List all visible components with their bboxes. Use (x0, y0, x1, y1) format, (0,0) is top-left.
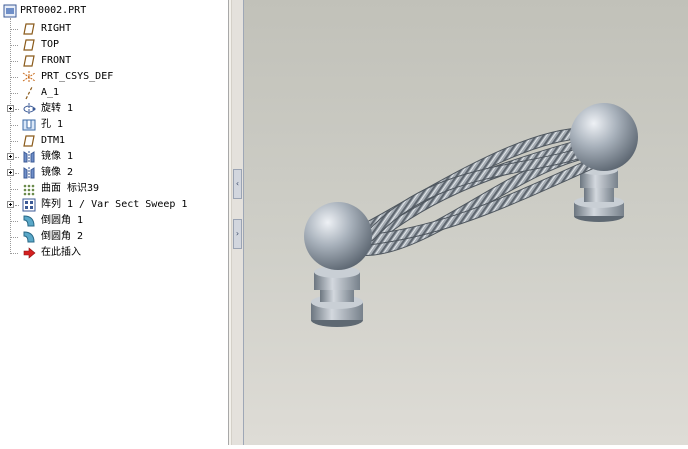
tree-item-label: PRT_CSYS_DEF (41, 71, 114, 82)
tree-root-label: PRT0002.PRT (20, 5, 87, 16)
tree-item-label: A_1 (41, 87, 60, 98)
tree-item-label: 阵列 1 / Var Sect Sweep 1 (41, 199, 188, 210)
hole-icon (22, 119, 36, 131)
tree-item-label: 孔 1 (41, 119, 64, 130)
expand-panel-button[interactable]: › (233, 219, 242, 249)
chevron-left-icon: ‹ (235, 179, 240, 188)
collapse-panel-button[interactable]: ‹ (233, 169, 242, 199)
tree-branch (11, 141, 18, 142)
tree-item-label: FRONT (41, 55, 72, 66)
tree-item-surface-39[interactable]: 曲面 标识39 (0, 181, 228, 197)
graphics-viewport[interactable] (244, 0, 688, 445)
handle-model (304, 103, 638, 327)
tree-root[interactable]: PRT0002.PRT (0, 3, 228, 19)
chevron-right-icon: › (235, 229, 240, 238)
tree-item-label: RIGHT (41, 23, 72, 34)
tree-branch (15, 205, 19, 206)
expand-icon[interactable] (7, 105, 14, 112)
tree-item-pattern-1[interactable]: 阵列 1 / Var Sect Sweep 1 (0, 197, 228, 213)
tree-item-label: 镜像 1 (41, 151, 74, 162)
tree-item-hole-1[interactable]: 孔 1 (0, 117, 228, 133)
coordinate-system-icon (22, 71, 36, 83)
tree-item-front[interactable]: FRONT (0, 53, 228, 69)
tree-item-label: TOP (41, 39, 60, 50)
tree-item-label: DTM1 (41, 135, 66, 146)
tree-item-mirror-1[interactable]: 镜像 1 (0, 149, 228, 165)
tree-branch (15, 157, 19, 158)
tree-item-round-1[interactable]: 倒圆角 1 (0, 213, 228, 229)
right-ball (570, 103, 638, 171)
tree-branch (11, 45, 18, 46)
tree-branch (11, 253, 18, 254)
datum-axis-icon (25, 86, 33, 100)
tree-item-label: 曲面 标识39 (41, 183, 100, 194)
tree-item-insert-here[interactable]: 在此插入 (0, 245, 228, 261)
tree-item-mirror-2[interactable]: 镜像 2 (0, 165, 228, 181)
expand-icon[interactable] (7, 153, 14, 160)
tree-item-a-1[interactable]: A_1 (0, 85, 228, 101)
tree-item-label: 在此插入 (41, 247, 81, 258)
surface-icon (23, 184, 35, 196)
tree-item-dtm1[interactable]: DTM1 (0, 133, 228, 149)
twisted-rope (354, 127, 611, 256)
tree-branch (11, 125, 18, 126)
tree-branch (11, 237, 18, 238)
expand-icon[interactable] (7, 169, 14, 176)
mirror-icon (23, 167, 35, 179)
tree-item-top[interactable]: TOP (0, 37, 228, 53)
tree-branch (11, 93, 18, 94)
tree-branch (15, 109, 19, 110)
tree-item-label: 倒圆角 1 (41, 215, 84, 226)
tree-branch (11, 189, 18, 190)
left-base (311, 266, 363, 327)
insert-here-arrow-icon (23, 247, 36, 259)
model-tree: PRT0002.PRT RIGHT TOP FRONT PRT_CSYS_DEF… (0, 0, 228, 445)
tree-item-label: 倒圆角 2 (41, 231, 84, 242)
tree-item-round-2[interactable]: 倒圆角 2 (0, 229, 228, 245)
expand-icon[interactable] (7, 201, 14, 208)
tree-item-right[interactable]: RIGHT (0, 21, 228, 37)
tree-item-label: 旋转 1 (41, 103, 74, 114)
part-icon (3, 4, 17, 18)
round-icon (23, 215, 35, 227)
tree-item-revolve-1[interactable]: 旋转 1 (0, 101, 228, 117)
tree-branch (11, 221, 18, 222)
tree-item-label: 镜像 2 (41, 167, 74, 178)
tree-branch (15, 173, 19, 174)
tree-branch (11, 61, 18, 62)
revolve-icon (23, 103, 36, 115)
tree-branch (11, 77, 18, 78)
datum-plane-icon (23, 39, 35, 51)
datum-plane-icon (23, 135, 35, 147)
datum-plane-icon (23, 23, 35, 35)
tree-item-prt-csys-def[interactable]: PRT_CSYS_DEF (0, 69, 228, 85)
datum-plane-icon (23, 55, 35, 67)
mirror-icon (23, 151, 35, 163)
tree-branch (11, 29, 18, 30)
round-icon (23, 231, 35, 243)
left-ball (304, 202, 372, 270)
pattern-icon (22, 198, 36, 212)
